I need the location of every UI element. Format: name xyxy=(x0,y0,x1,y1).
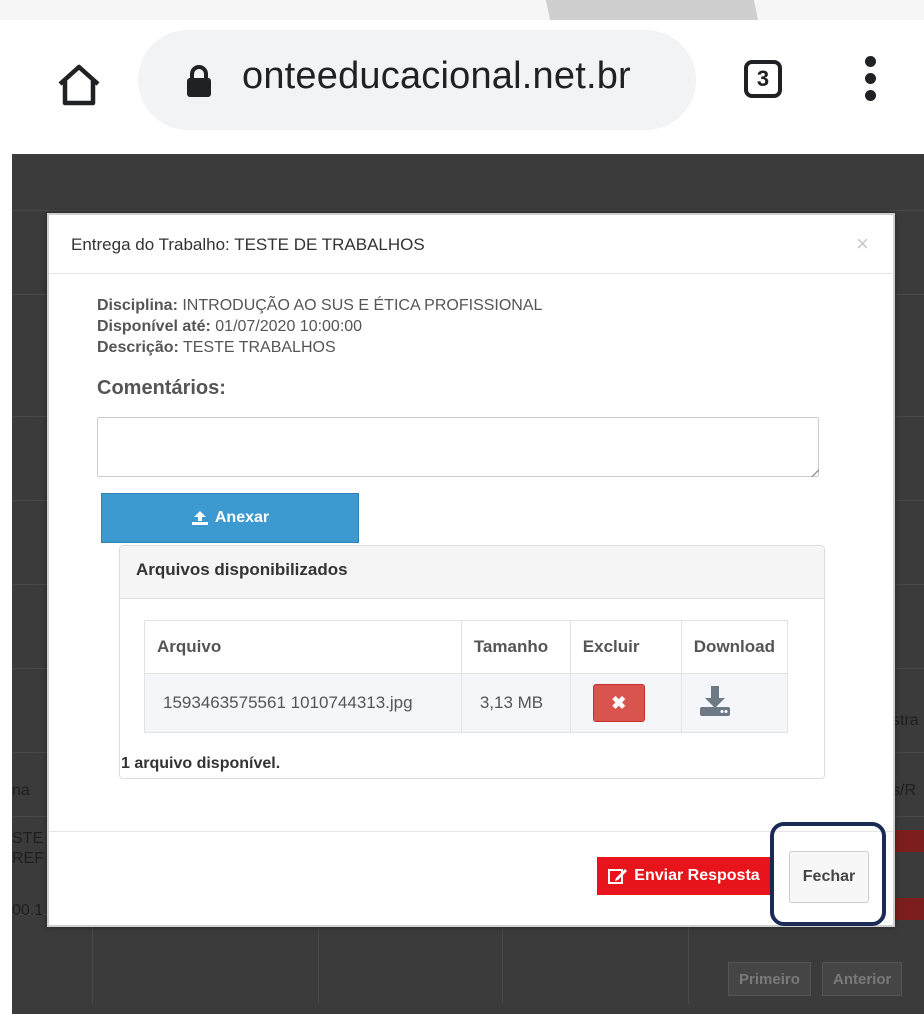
browser-toolbar: onteeducacional.net.br 3 xyxy=(12,20,924,154)
background-text: 00.1 xyxy=(12,902,44,919)
pager-first-button: Primeiro xyxy=(728,962,811,996)
column-header-arquivo: Arquivo xyxy=(144,620,462,674)
descricao-value: TESTE TRABALHOS xyxy=(182,339,336,356)
disponivel-label: Disponível até: xyxy=(97,318,211,335)
background-text: s/R xyxy=(892,782,916,799)
disciplina-line: Disciplina: INTRODUÇÃO AO SUS E ÉTICA PR… xyxy=(97,297,542,315)
descricao-label: Descrição: xyxy=(97,339,179,356)
modal-footer-divider xyxy=(49,831,893,832)
lock-icon xyxy=(187,65,211,97)
background-text: REF xyxy=(12,850,44,867)
files-panel: Arquivos disponibilizados Arquivo Tamanh… xyxy=(119,545,825,779)
send-response-button[interactable]: Enviar Resposta xyxy=(597,857,771,895)
home-icon[interactable] xyxy=(54,60,104,110)
address-bar[interactable]: onteeducacional.net.br xyxy=(138,30,696,130)
disciplina-label: Disciplina: xyxy=(97,297,178,314)
table-header-row: Arquivo Tamanho Excluir Download xyxy=(144,620,789,674)
background-text: stra xyxy=(892,712,919,729)
pager-previous-button: Anterior xyxy=(822,962,903,996)
highlight-frame xyxy=(770,822,886,926)
url-text: onteeducacional.net.br xyxy=(242,55,631,97)
download-cell xyxy=(680,673,789,733)
background-text: STE xyxy=(12,830,44,847)
disponivel-value: 01/07/2020 10:00:00 xyxy=(215,318,363,335)
attach-button[interactable]: Anexar xyxy=(101,493,359,543)
delivery-modal: Entrega do Trabalho: TESTE DE TRABALHOS … xyxy=(47,213,895,927)
delete-file-button[interactable]: ✖ xyxy=(592,684,645,722)
column-header-excluir: Excluir xyxy=(569,620,682,674)
tab-switcher-icon[interactable]: 3 xyxy=(744,60,782,98)
table-row: 1593463575561 1010744313.jpg 3,13 MB ✖ xyxy=(144,673,789,733)
file-size: 3,13 MB xyxy=(460,673,571,733)
files-table: Arquivo Tamanho Excluir Download 1593463… xyxy=(144,620,789,733)
disciplina-value: INTRODUÇÃO AO SUS E ÉTICA PROFISSIONAL xyxy=(182,297,543,314)
descricao-line: Descrição: TESTE TRABALHOS xyxy=(97,339,336,357)
edit-icon xyxy=(608,869,628,884)
file-name: 1593463575561 1010744313.jpg xyxy=(144,673,462,733)
modal-title: Entrega do Trabalho: TESTE DE TRABALHOS xyxy=(71,235,425,254)
download-icon[interactable] xyxy=(698,684,732,718)
resize-grip-icon[interactable] xyxy=(811,469,819,477)
column-header-tamanho: Tamanho xyxy=(460,620,571,674)
attach-label: Anexar xyxy=(214,509,270,526)
delete-cell: ✖ xyxy=(569,673,682,733)
background-text: na xyxy=(12,782,30,799)
close-icon[interactable]: × xyxy=(856,231,869,257)
modal-header: Entrega do Trabalho: TESTE DE TRABALHOS … xyxy=(49,215,893,274)
column-header-download: Download xyxy=(680,620,789,674)
upload-icon xyxy=(191,511,208,525)
menu-icon[interactable] xyxy=(860,56,880,108)
comments-label: Comentários: xyxy=(97,377,226,399)
files-panel-title: Arquivos disponibilizados xyxy=(120,546,824,599)
file-count: 1 arquivo disponível. xyxy=(121,755,281,772)
tab-hint xyxy=(545,0,759,20)
disponivel-line: Disponível até: 01/07/2020 10:00:00 xyxy=(97,318,362,336)
comments-textarea[interactable] xyxy=(97,417,819,477)
window-top-strip xyxy=(0,0,924,20)
send-response-label: Enviar Resposta xyxy=(634,867,760,884)
